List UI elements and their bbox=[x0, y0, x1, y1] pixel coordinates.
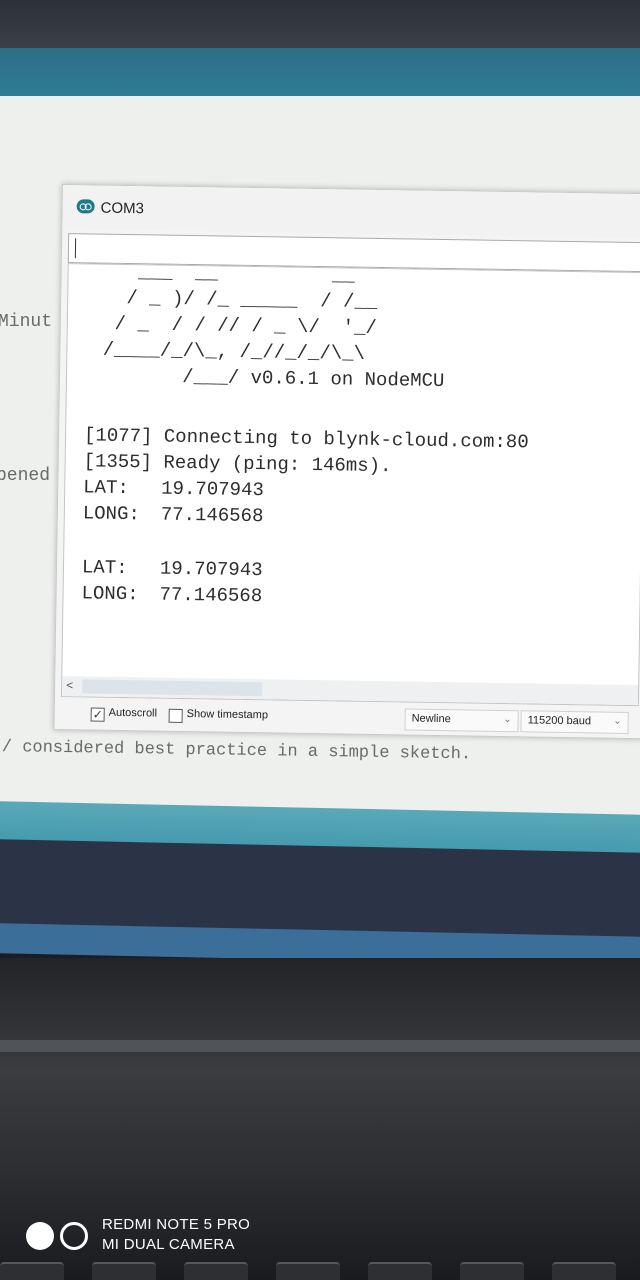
text-cursor bbox=[74, 238, 77, 259]
lat-value: 19.707943 bbox=[161, 477, 265, 502]
editor-fragment-minut: Minut bbox=[0, 312, 53, 332]
serial-output-area[interactable]: ___ __ __ / _ )/ /_ _____ / /__ / _ / / … bbox=[60, 263, 640, 707]
baud-rate-value: 115200 baud bbox=[527, 714, 592, 728]
lat-value: 19.707943 bbox=[159, 557, 263, 582]
camera-lens-icon bbox=[26, 1222, 54, 1250]
keyboard-key bbox=[276, 1262, 340, 1280]
timestamp-checkbox[interactable] bbox=[168, 708, 183, 723]
window-title: COM3 bbox=[100, 199, 145, 218]
autoscroll-checkbox[interactable]: ✓ bbox=[90, 707, 105, 722]
log-line-ready: [1355] Ready (ping: 146ms). bbox=[83, 450, 392, 478]
blynk-version-line: /___/ v0.6.1 on NodeMCU bbox=[90, 364, 445, 393]
line-ending-value: Newline bbox=[411, 712, 451, 726]
camera-watermark: REDMI NOTE 5 PRO MI DUAL CAMERA bbox=[26, 1212, 326, 1260]
ide-title-bar bbox=[0, 48, 640, 98]
keyboard-key bbox=[92, 1262, 156, 1280]
timestamp-label: Show timestamp bbox=[186, 708, 269, 722]
long-value: 77.146568 bbox=[159, 583, 263, 608]
keyboard-key bbox=[460, 1262, 524, 1280]
long-value: 77.146568 bbox=[160, 503, 264, 528]
lat-label: LAT: bbox=[81, 556, 128, 580]
keyboard-key bbox=[552, 1262, 616, 1280]
arduino-logo-icon bbox=[76, 199, 95, 214]
editor-comment-line: / considered best practice in a simple s… bbox=[1, 738, 472, 765]
serial-monitor-window: COM3 ___ __ __ / _ )/ /_ _____ / /__ / _… bbox=[53, 184, 640, 740]
laptop-hinge bbox=[0, 1040, 640, 1052]
line-ending-select[interactable]: Newline ⌄ bbox=[404, 708, 519, 733]
editor-fragment-opened: pened bbox=[0, 466, 51, 486]
serial-monitor-titlebar[interactable]: COM3 bbox=[62, 185, 640, 239]
autoscroll-label: Autoscroll bbox=[108, 706, 158, 720]
keyboard-key bbox=[184, 1262, 248, 1280]
keyboard-key bbox=[0, 1262, 64, 1280]
chevron-down-icon: ⌄ bbox=[503, 713, 512, 726]
long-label: LONG: bbox=[82, 502, 141, 526]
lat-label: LAT: bbox=[83, 476, 130, 500]
keyboard-key bbox=[368, 1262, 432, 1280]
chevron-left-icon[interactable]: < bbox=[66, 678, 73, 692]
screen-bezel-top bbox=[0, 0, 640, 50]
camera-model: REDMI NOTE 5 PRO bbox=[102, 1216, 251, 1233]
camera-type: MI DUAL CAMERA bbox=[102, 1236, 235, 1253]
chevron-down-icon: ⌄ bbox=[613, 715, 622, 727]
keyboard-keys bbox=[0, 1262, 640, 1280]
baud-rate-select[interactable]: 115200 baud ⌄ bbox=[520, 710, 629, 734]
camera-lens-ring-icon bbox=[60, 1222, 88, 1250]
scrollbar-thumb[interactable] bbox=[82, 679, 263, 697]
long-label: LONG: bbox=[81, 582, 139, 606]
